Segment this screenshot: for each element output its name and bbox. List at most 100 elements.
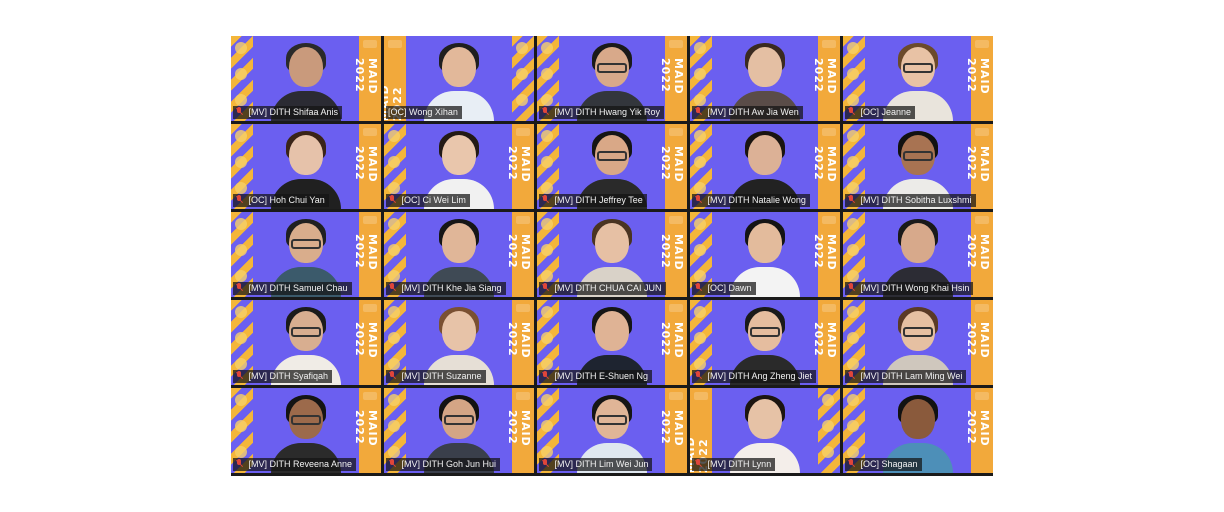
participant-tile[interactable]: MAID 2022 [OC] Ci Wei Lim [384,124,534,209]
participant-face [748,135,782,175]
participant-tile[interactable]: MAID 2022 [MV] DITH CHUA CAI JUN [537,212,687,297]
banner-text: MAID 2022 [506,234,532,271]
banner-logo-icon [822,216,836,224]
maid-banner: MAID 2022 [812,212,840,297]
mic-muted-icon [541,371,549,380]
banner-logo-icon [388,40,402,48]
mic-muted-icon [235,283,243,292]
participant-face [442,47,476,87]
participant-face [901,223,935,263]
participant-name: [MV] DITH Suzanne [401,371,482,381]
banner-logo-icon [694,392,708,400]
banner-logo-icon [669,392,683,400]
banner-text: MAID 2022 [812,234,838,271]
participant-tile[interactable]: MAID 2022 [OC] Hoh Chui Yan [231,124,381,209]
participant-tile[interactable]: MAID 2022 [MV] DITH Sobitha Luxshmi [843,124,993,209]
participant-tile[interactable]: MAID 2022 [MV] DITH Wong Khai Hsin [843,212,993,297]
participant-name: [MV] DITH Reveena Anne [248,459,353,469]
banner-logo-icon [363,128,377,136]
participant-name: [MV] DITH Lam Ming Wei [860,371,963,381]
banner-text: MAID 2022 [965,58,991,95]
maid-banner: MAID 2022 [812,300,840,385]
glasses-icon [597,151,627,161]
participant-tile[interactable]: MAID 2022 [OC] Dawn [690,212,840,297]
maid-banner: MAID 2022 [353,388,381,473]
participant-name: [OC] Jeanne [860,107,912,117]
glasses-icon [444,415,474,425]
mic-muted-icon [388,459,396,468]
banner-logo-icon [363,304,377,312]
banner-logo-icon [516,216,530,224]
banner-logo-icon [822,40,836,48]
participant-name-label: [OC] Ci Wei Lim [386,194,470,207]
video-gallery-grid: MAID 2022 [MV] DITH Shifaa Anis MAID 202… [231,36,993,476]
participant-tile[interactable]: MAID 2022 [OC] Jeanne [843,36,993,121]
banner-logo-icon [975,128,989,136]
participant-name-label: [OC] Wong Xihan [386,106,462,119]
participant-name-label: [MV] DITH Lynn [692,458,776,471]
participant-tile[interactable]: MAID 2022 [MV] DITH E-Shuen Ng [537,300,687,385]
participant-tile[interactable]: MAID 2022 [OC] Shagaan [843,388,993,473]
participant-tile[interactable]: MAID 2022 [MV] DITH Reveena Anne [231,388,381,473]
banner-text: MAID 2022 [659,410,685,447]
participant-tile[interactable]: MAID 2022 [MV] DITH Samuel Chau [231,212,381,297]
participant-tile[interactable]: MAID 2022 [MV] DITH Jeffrey Tee [537,124,687,209]
participant-name-label: [OC] Jeanne [845,106,916,119]
participant-tile[interactable]: MAID 2022 [OC] Wong Xihan [384,36,534,121]
mic-muted-icon [694,283,702,292]
participant-name: [MV] DITH Samuel Chau [248,283,348,293]
participant-name: [MV] DITH Sobitha Luxshmi [860,195,972,205]
glasses-icon [903,63,933,73]
maid-banner: MAID 2022 [659,124,687,209]
participant-name: [MV] DITH E-Shuen Ng [554,371,649,381]
participant-name: [MV] DITH Wong Khai Hsin [860,283,970,293]
participant-tile[interactable]: MAID 2022 [MV] DITH Lynn [690,388,840,473]
participant-face [442,135,476,175]
participant-name: [MV] DITH Khe Jia Siang [401,283,502,293]
maid-banner: MAID 2022 [659,300,687,385]
participant-tile[interactable]: MAID 2022 [MV] DITH Natalie Wong [690,124,840,209]
participant-tile[interactable]: MAID 2022 [MV] DITH Goh Jun Hui [384,388,534,473]
participant-face [289,47,323,87]
participant-name-label: [MV] DITH Wong Khai Hsin [845,282,974,295]
participant-name-label: [OC] Hoh Chui Yan [233,194,329,207]
banner-text: MAID 2022 [353,322,379,359]
banner-text: MAID 2022 [353,234,379,271]
banner-text: MAID 2022 [659,322,685,359]
participant-name-label: [MV] DITH Syafiqah [233,370,333,383]
participant-name: [MV] DITH Lim Wei Jun [554,459,649,469]
participant-name: [MV] DITH Ang Zheng Jiet [707,371,813,381]
mic-muted-icon [235,371,243,380]
participant-name: [MV] DITH Lynn [707,459,772,469]
banner-text: MAID 2022 [659,146,685,183]
participant-name-label: [MV] DITH Jeffrey Tee [539,194,647,207]
participant-face [748,399,782,439]
participant-name: [MV] DITH Natalie Wong [707,195,806,205]
maid-banner: MAID 2022 [506,300,534,385]
participant-tile[interactable]: MAID 2022 [MV] DITH Khe Jia Siang [384,212,534,297]
participant-tile[interactable]: MAID 2022 [MV] DITH Lim Wei Jun [537,388,687,473]
participant-face [901,399,935,439]
banner-text: MAID 2022 [812,146,838,183]
participant-name-label: [MV] DITH Shifaa Anis [233,106,343,119]
participant-name-label: [MV] DITH Hwang Yik Roy [539,106,665,119]
glasses-icon [291,327,321,337]
participant-tile[interactable]: MAID 2022 [MV] DITH Ang Zheng Jiet [690,300,840,385]
participant-name-label: [MV] DITH Aw Jia Wen [692,106,803,119]
maid-banner: MAID 2022 [965,300,993,385]
banner-text: MAID 2022 [965,322,991,359]
maid-banner: MAID 2022 [965,388,993,473]
participant-name-label: [MV] DITH Samuel Chau [233,282,352,295]
banner-text: MAID 2022 [353,58,379,95]
mic-muted-icon [847,459,855,468]
participant-tile[interactable]: MAID 2022 [MV] DITH Lam Ming Wei [843,300,993,385]
participant-tile[interactable]: MAID 2022 [MV] DITH Shifaa Anis [231,36,381,121]
participant-tile[interactable]: MAID 2022 [MV] DITH Suzanne [384,300,534,385]
participant-tile[interactable]: MAID 2022 [MV] DITH Syafiqah [231,300,381,385]
banner-text: MAID 2022 [353,146,379,183]
participant-face [289,135,323,175]
maid-banner: MAID 2022 [353,300,381,385]
participant-tile[interactable]: MAID 2022 [MV] DITH Hwang Yik Roy [537,36,687,121]
participant-tile[interactable]: MAID 2022 [MV] DITH Aw Jia Wen [690,36,840,121]
participant-face [442,311,476,351]
